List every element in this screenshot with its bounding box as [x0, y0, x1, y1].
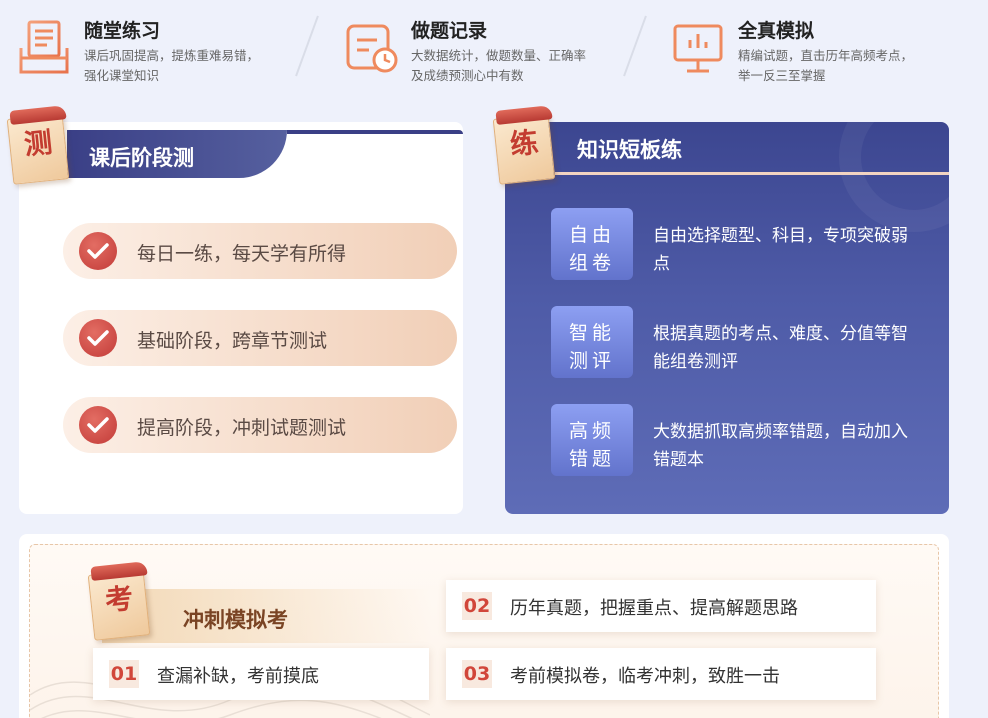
list-item-label: 查漏补缺，考前摸底	[157, 666, 319, 687]
divider	[623, 15, 647, 77]
list-item[interactable]: 02 历年真题，把握重点、提高解题思路	[446, 580, 876, 632]
tag-line: 自由	[568, 224, 615, 246]
sprint-mock-exam-card: 冲刺模拟考 02 历年真题，把握重点、提高解题思路 01 查漏补缺，考前摸底 0…	[19, 534, 949, 718]
scroll-badge-icon: 练	[492, 105, 556, 186]
card-title: 冲刺模拟考	[183, 608, 288, 632]
dashed-panel: 冲刺模拟考 02 历年真题，把握重点、提高解题思路 01 查漏补缺，考前摸底 0…	[29, 544, 939, 718]
check-icon	[79, 232, 117, 270]
feature-mock-exam[interactable]: 全真模拟 精编试题，直击历年高频考点，举一反三至掌握	[672, 12, 932, 92]
feature-title: 全真模拟	[738, 20, 815, 42]
tag-line: 高频	[568, 420, 615, 442]
monitor-chart-icon	[672, 18, 724, 76]
tag-line: 测评	[568, 350, 615, 372]
card-title: 课后阶段测	[89, 146, 194, 170]
item-number: 01	[109, 660, 139, 688]
check-icon	[79, 406, 117, 444]
item-number: 03	[462, 660, 492, 688]
tag-line: 组卷	[568, 252, 615, 274]
feature-desc: 精编试题，直击历年高频考点，举一反三至掌握	[738, 48, 914, 83]
card-header-tab: 课后阶段测	[67, 130, 287, 178]
card-title: 知识短板练	[577, 138, 682, 162]
feature-records[interactable]: 做题记录 大数据统计，做题数量、正确率及成绩预测心中有数	[345, 12, 605, 92]
list-item[interactable]: 01 查漏补缺，考前摸底	[93, 648, 429, 700]
item-number: 02	[462, 592, 492, 620]
free-compose-tag[interactable]: 自由 组卷	[551, 208, 633, 280]
list-item[interactable]: 每日一练，每天学有所得	[63, 223, 457, 279]
feature-desc: 自由选择题型、科目，专项突破弱点	[653, 226, 908, 274]
list-item-label: 基础阶段，跨章节测试	[137, 330, 328, 352]
check-icon	[79, 319, 117, 357]
feature-desc: 大数据统计，做题数量、正确率及成绩预测心中有数	[411, 48, 587, 83]
feature-title: 随堂练习	[84, 20, 161, 42]
list-item-label: 考前模拟卷，临考冲刺，致胜一击	[510, 666, 780, 687]
feature-desc: 大数据抓取高频率错题，自动加入错题本	[653, 422, 908, 470]
list-item[interactable]: 基础阶段，跨章节测试	[63, 310, 457, 366]
smart-assess-tag[interactable]: 智能 测评	[551, 306, 633, 378]
decorative-ring	[839, 122, 949, 232]
feature-practice[interactable]: 随堂练习 课后巩固提高，提炼重难易错，强化课堂知识	[18, 12, 278, 92]
list-item-label: 提高阶段，冲刺试题测试	[137, 417, 347, 439]
after-class-test-card: 课后阶段测 每日一练，每天学有所得 基础阶段，跨章节测试 提高阶段，冲刺试题测试	[19, 122, 463, 514]
tag-line: 智能	[568, 322, 615, 344]
tag-line: 错题	[568, 448, 615, 470]
scroll-badge-icon: 考	[87, 561, 151, 642]
list-item-label: 每日一练，每天学有所得	[137, 243, 347, 265]
knowledge-gap-card: 知识短板练 自由 组卷 自由选择题型、科目，专项突破弱点 智能 测评 根据真题的…	[505, 122, 949, 514]
badge-glyph: 考	[103, 581, 135, 618]
list-item[interactable]: 03 考前模拟卷，临考冲刺，致胜一击	[446, 648, 876, 700]
list-item[interactable]: 提高阶段，冲刺试题测试	[63, 397, 457, 453]
badge-glyph: 练	[508, 125, 540, 162]
scroll-badge-icon: 测	[6, 105, 70, 186]
document-tray-icon	[18, 18, 70, 76]
feature-desc: 课后巩固提高，提炼重难易错，强化课堂知识	[84, 48, 260, 83]
header-line	[287, 130, 463, 134]
feature-desc: 根据真题的考点、难度、分值等智能组卷测评	[653, 324, 908, 372]
divider	[295, 15, 319, 77]
list-item-label: 历年真题，把握重点、提高解题思路	[510, 598, 798, 619]
badge-glyph: 测	[22, 125, 54, 162]
header-line	[555, 172, 949, 175]
frequent-errors-tag[interactable]: 高频 错题	[551, 404, 633, 476]
feature-strip: 随堂练习 课后巩固提高，提炼重难易错，强化课堂知识 做题记录 大数据统计，做题数…	[0, 0, 988, 96]
record-clock-icon	[345, 18, 398, 76]
feature-title: 做题记录	[411, 20, 488, 42]
